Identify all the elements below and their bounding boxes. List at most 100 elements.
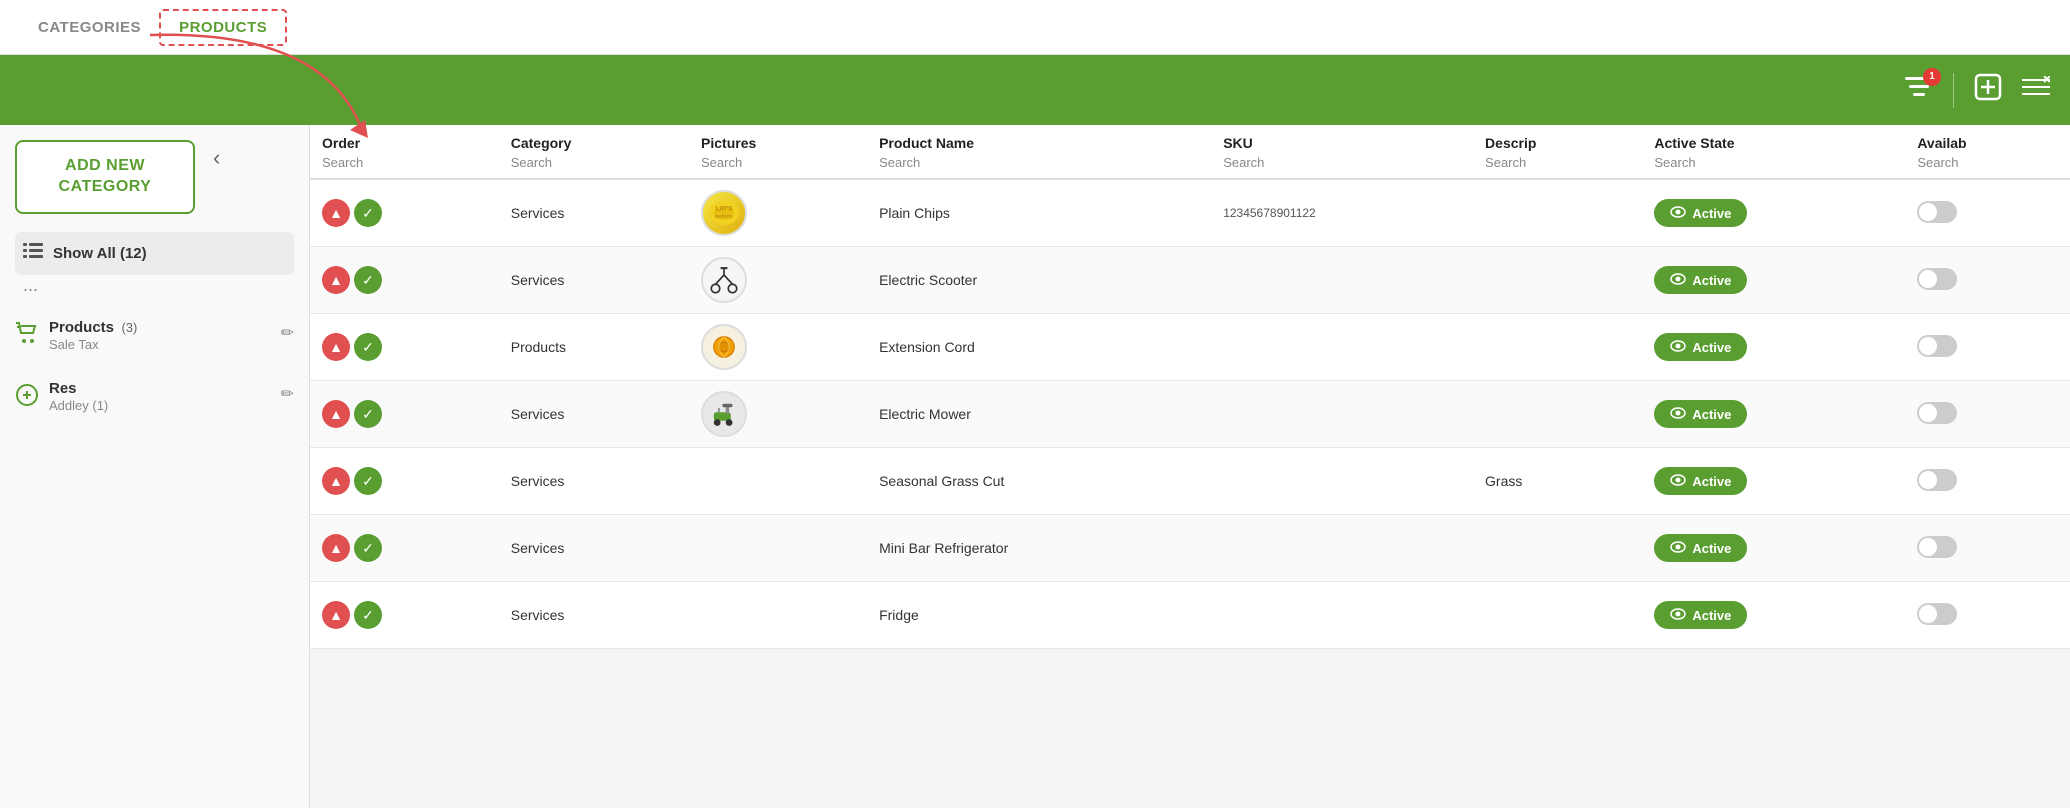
order-down-btn-0[interactable]: ✓ xyxy=(354,199,382,227)
cart-icon xyxy=(15,322,39,350)
order-up-btn-4[interactable]: ▲ xyxy=(322,467,350,495)
search-sku[interactable]: Search xyxy=(1211,153,1473,179)
category-info-products: Products (3) Sale Tax xyxy=(49,319,271,352)
sku-cell-1 xyxy=(1211,247,1473,314)
picture-cell-0: LAY'S POTATO xyxy=(689,179,867,247)
search-product-name[interactable]: Search xyxy=(867,153,1211,179)
picture-cell-3 xyxy=(689,381,867,448)
product-name-cell-5: Mini Bar Refrigerator xyxy=(867,515,1211,582)
edit-icon-res[interactable]: ✏ xyxy=(281,384,294,404)
toggle-switch-4[interactable] xyxy=(1917,469,1957,491)
sku-cell-2 xyxy=(1211,314,1473,381)
active-badge-6[interactable]: Active xyxy=(1654,601,1747,629)
col-sku: SKU xyxy=(1211,125,1473,153)
product-name-cell-6: Fridge xyxy=(867,582,1211,649)
show-all-row[interactable]: Show All (12) xyxy=(15,232,294,275)
description-cell-3 xyxy=(1473,381,1642,448)
order-down-btn-6[interactable]: ✓ xyxy=(354,601,382,629)
order-cell-5: ▲ ✓ xyxy=(310,515,499,582)
search-description[interactable]: Search xyxy=(1473,153,1642,179)
col-category: Category xyxy=(499,125,689,153)
search-available[interactable]: Search xyxy=(1905,153,2070,179)
search-order[interactable]: Search xyxy=(310,153,499,179)
show-all-label: Show All (12) xyxy=(53,245,147,262)
add-category-button[interactable]: ADD NEW CATEGORY xyxy=(15,140,195,214)
toggle-switch-1[interactable] xyxy=(1917,268,1957,290)
sku-cell-4 xyxy=(1211,448,1473,515)
category-tax-products: Sale Tax xyxy=(49,337,271,352)
order-up-btn-1[interactable]: ▲ xyxy=(322,266,350,294)
order-down-btn-2[interactable]: ✓ xyxy=(354,333,382,361)
description-cell-0 xyxy=(1473,179,1642,247)
edit-icon-products[interactable]: ✏ xyxy=(281,323,294,343)
picture-cell-6 xyxy=(689,582,867,649)
picture-cell-4 xyxy=(689,448,867,515)
category-cell-5: Services xyxy=(499,515,689,582)
search-active-state[interactable]: Search xyxy=(1642,153,1905,179)
category-cell-6: Services xyxy=(499,582,689,649)
toggle-switch-6[interactable] xyxy=(1917,603,1957,625)
back-button[interactable]: ‹ xyxy=(208,140,225,176)
picture-cell-5 xyxy=(689,515,867,582)
search-category[interactable]: Search xyxy=(499,153,689,179)
order-up-btn-6[interactable]: ▲ xyxy=(322,601,350,629)
toggle-switch-5[interactable] xyxy=(1917,536,1957,558)
product-name-cell-0: Plain Chips xyxy=(867,179,1211,247)
layers-button[interactable] xyxy=(2022,76,2050,105)
toggle-slider-5 xyxy=(1917,536,1957,558)
sku-cell-0: 12345678901122 xyxy=(1211,179,1473,247)
order-up-btn-2[interactable]: ▲ xyxy=(322,333,350,361)
order-cell-2: ▲ ✓ xyxy=(310,314,499,381)
toggle-slider-0 xyxy=(1917,201,1957,223)
table-body: ▲ ✓ Services LAY'S POTATO Plain Chips 12… xyxy=(310,179,2070,649)
product-name-cell-3: Electric Mower xyxy=(867,381,1211,448)
active-badge-0[interactable]: Active xyxy=(1654,199,1747,227)
order-down-btn-4[interactable]: ✓ xyxy=(354,467,382,495)
toggle-switch-3[interactable] xyxy=(1917,402,1957,424)
search-pictures[interactable]: Search xyxy=(689,153,867,179)
active-badge-1[interactable]: Active xyxy=(1654,266,1747,294)
active-badge-2[interactable]: Active xyxy=(1654,333,1747,361)
picture-cell-2 xyxy=(689,314,867,381)
sidebar: ADD NEW CATEGORY ‹ Show All (12) ... xyxy=(0,125,310,808)
active-state-cell-6: Active xyxy=(1642,582,1905,649)
active-badge-3[interactable]: Active xyxy=(1654,400,1747,428)
add-icon xyxy=(1974,73,2002,108)
category-name-products: Products (3) xyxy=(49,319,271,337)
order-down-btn-5[interactable]: ✓ xyxy=(354,534,382,562)
svg-text:POTATO: POTATO xyxy=(716,214,734,219)
toggle-switch-2[interactable] xyxy=(1917,335,1957,357)
description-cell-2 xyxy=(1473,314,1642,381)
notification-badge: 1 xyxy=(1923,68,1941,86)
tab-products[interactable]: PRODUCTS xyxy=(159,9,287,46)
add-product-button[interactable] xyxy=(1974,73,2002,108)
list-icon xyxy=(23,242,43,265)
col-product-name: Product Name xyxy=(867,125,1211,153)
filter-button[interactable]: 1 xyxy=(1905,76,1933,105)
order-up-btn-0[interactable]: ▲ xyxy=(322,199,350,227)
col-available: Availab xyxy=(1905,125,2070,153)
active-state-cell-0: Active xyxy=(1642,179,1905,247)
active-state-cell-4: Active xyxy=(1642,448,1905,515)
eye-icon-3 xyxy=(1670,406,1686,422)
sidebar-item-products[interactable]: Products (3) Sale Tax ✏ xyxy=(15,314,294,357)
order-down-btn-1[interactable]: ✓ xyxy=(354,266,382,294)
sku-cell-5 xyxy=(1211,515,1473,582)
main-layout: ADD NEW CATEGORY ‹ Show All (12) ... xyxy=(0,125,2070,808)
order-up-btn-5[interactable]: ▲ xyxy=(322,534,350,562)
category-cell-1: Services xyxy=(499,247,689,314)
category-cell-3: Services xyxy=(499,381,689,448)
order-up-btn-3[interactable]: ▲ xyxy=(322,400,350,428)
top-nav: CATEGORIES PRODUCTS xyxy=(0,0,2070,55)
toggle-switch-0[interactable] xyxy=(1917,201,1957,223)
table-row: ▲ ✓ Services Fridge Active xyxy=(310,582,2070,649)
col-order: Order xyxy=(310,125,499,153)
active-badge-4[interactable]: Active xyxy=(1654,467,1747,495)
active-badge-5[interactable]: Active xyxy=(1654,534,1747,562)
toggle-slider-4 xyxy=(1917,469,1957,491)
order-down-btn-3[interactable]: ✓ xyxy=(354,400,382,428)
sidebar-item-res[interactable]: Res Addley (1) ✏ xyxy=(15,375,294,418)
tab-categories[interactable]: CATEGORIES xyxy=(20,11,159,44)
category-name-res: Res xyxy=(49,380,271,398)
active-state-cell-5: Active xyxy=(1642,515,1905,582)
